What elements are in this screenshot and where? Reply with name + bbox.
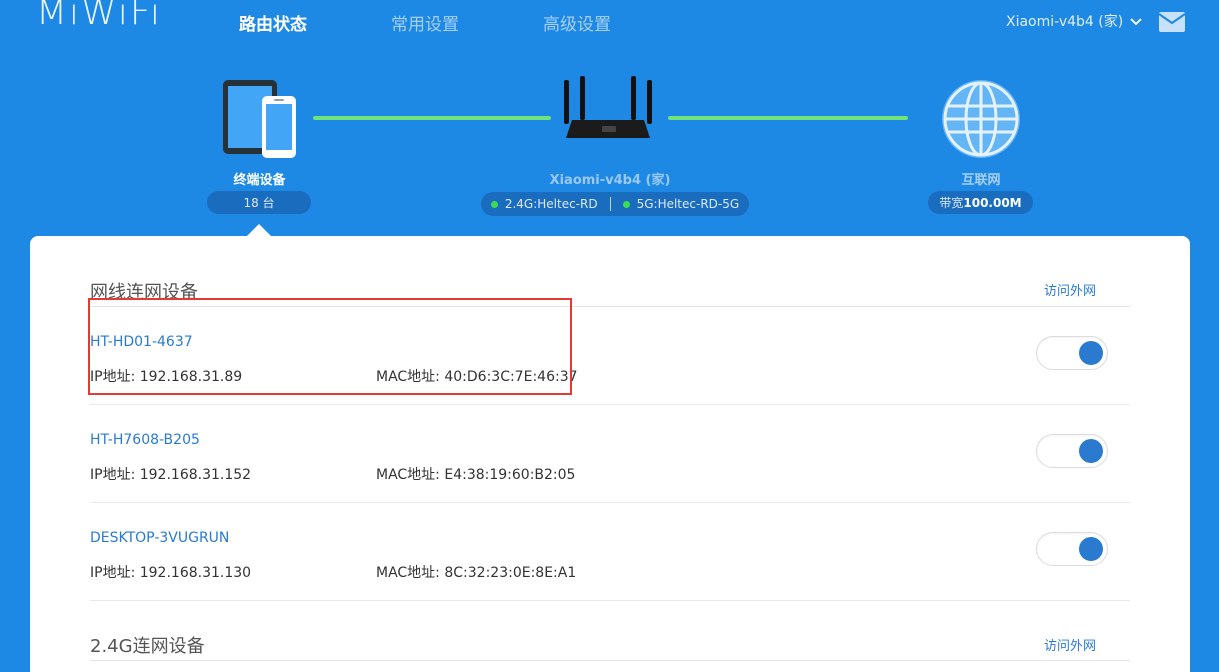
router-name: Xiaomi-v4b4 (家) — [549, 173, 671, 188]
devices-label: 终端设备 — [233, 173, 286, 188]
wired-internet-access-link[interactable]: 访问外网 — [1044, 280, 1096, 299]
internet-label: 互联网 — [961, 173, 1001, 188]
device-mac-3: MAC地址: 8C:32:23:0E:8E:A1 — [376, 565, 577, 581]
globe-icon[interactable] — [940, 78, 1022, 160]
router-selector-label: Xiaomi-v4b4 (家) — [1006, 14, 1124, 30]
tab-router-status[interactable]: 路由状态 — [239, 10, 307, 35]
devices-count: 18 台 — [243, 196, 275, 210]
devices-count-badge[interactable]: 18 台 — [207, 191, 311, 214]
wifi24-internet-access-link[interactable]: 访问外网 — [1044, 635, 1096, 654]
internet-access-toggle-3[interactable] — [1036, 532, 1108, 566]
selected-caret — [247, 224, 271, 236]
device-name-3[interactable]: DESKTOP-3VUGRUN — [90, 530, 229, 546]
bandwidth-prefix: 带宽 — [939, 196, 964, 210]
status-dot-24g — [490, 200, 498, 208]
tab-common-settings[interactable]: 常用设置 — [391, 10, 459, 35]
router-selector[interactable]: Xiaomi-v4b4 (家) — [1006, 11, 1143, 31]
status-dot-5g — [622, 200, 630, 208]
device-ip-2: IP地址: 192.168.31.152 — [90, 467, 252, 483]
toggle-knob — [1079, 341, 1103, 365]
wifi-5g-ssid: 5G:Heltec-RD-5G — [636, 197, 740, 211]
internet-link-line — [668, 116, 908, 120]
separator — [609, 197, 611, 211]
device-link-line — [313, 116, 551, 120]
wifi-status-badge: 2.4G:Heltec-RD 5G:Heltec-RD-5G — [481, 192, 749, 216]
router-icon[interactable] — [558, 76, 658, 144]
divider — [90, 600, 1130, 601]
toggle-knob — [1079, 439, 1103, 463]
internet-access-toggle-1[interactable] — [1036, 336, 1108, 370]
chevron-down-icon — [1130, 18, 1142, 26]
toggle-knob — [1079, 537, 1103, 561]
wifi-24g-ssid: 2.4G:Heltec-RD — [504, 197, 598, 211]
tab-advanced-settings[interactable]: 高级设置 — [543, 10, 611, 35]
highlight-box — [88, 298, 572, 395]
divider — [90, 404, 1130, 405]
miwifi-logo: MiWiFi — [36, 0, 162, 33]
mail-icon[interactable] — [1159, 12, 1185, 32]
device-name-2[interactable]: HT-H7608-B205 — [90, 432, 200, 448]
devices-icon[interactable] — [222, 78, 298, 160]
divider — [90, 502, 1130, 503]
bandwidth-badge: 带宽 100.00M — [928, 191, 1033, 214]
divider — [90, 660, 1130, 661]
device-mac-2: MAC地址: E4:38:19:60:B2:05 — [376, 467, 576, 483]
wifi24-section-title: 2.4G连网设备 — [90, 636, 205, 657]
internet-access-toggle-2[interactable] — [1036, 434, 1108, 468]
device-ip-3: IP地址: 192.168.31.130 — [90, 565, 252, 581]
bandwidth-value: 100.00M — [963, 195, 1022, 210]
